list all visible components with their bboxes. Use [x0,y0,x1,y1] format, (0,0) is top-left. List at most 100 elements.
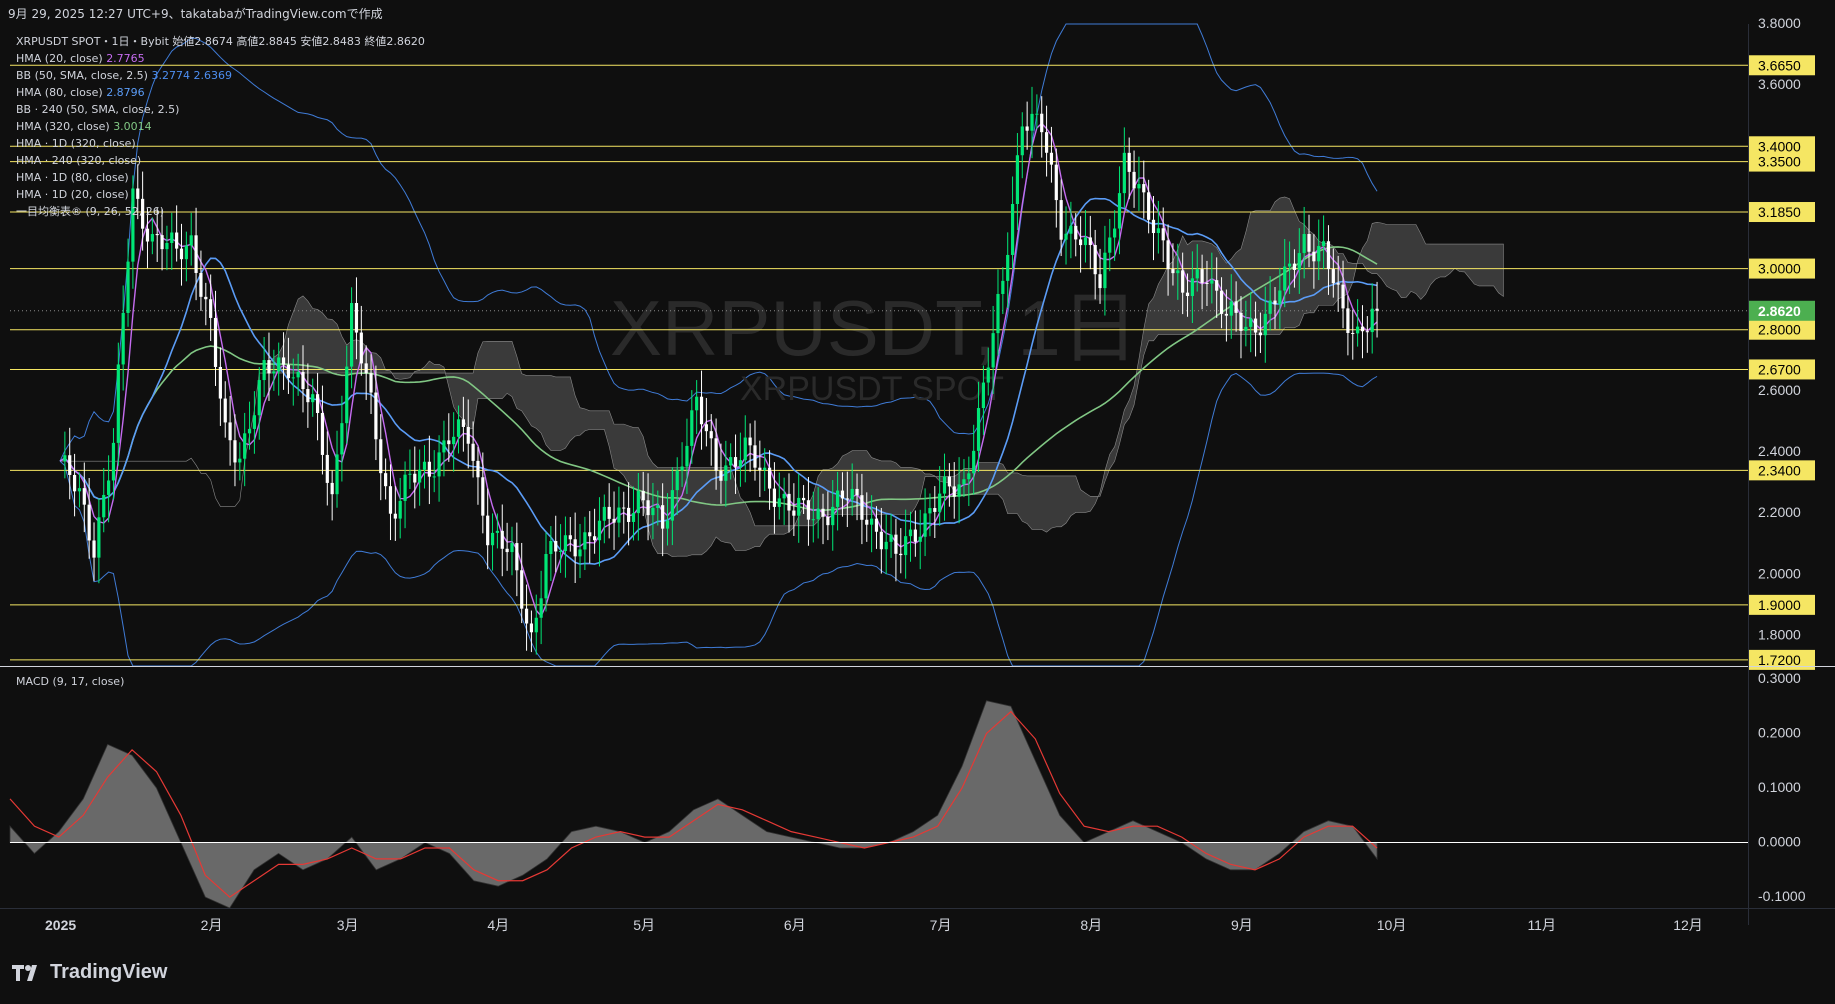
candle-body [719,470,723,481]
candle-body [471,443,475,461]
candle-body [1088,237,1092,246]
candle-body [1030,113,1034,131]
candle-body [1346,308,1350,333]
candle-body [204,296,208,300]
candle-body [933,508,937,512]
candle-body [583,532,587,550]
candle-body [947,476,951,487]
candle-body [374,392,378,440]
price-chart[interactable]: XRPUSDT, 1日 XRPUSDT SPOT MACD (9, 17, cl… [0,0,1835,1004]
candle-body [199,272,203,297]
candle-body [1229,301,1233,316]
candle-body [490,532,495,546]
candle-body [1020,126,1024,156]
candle-body [1253,318,1258,333]
candle-body [544,554,548,599]
candle-body [82,488,86,505]
indicator-legend-label: HMA · 1D (20, close) [16,188,129,201]
candle-body [1287,263,1292,267]
candle-body [952,486,956,497]
macd-tick-label: -0.1000 [1758,888,1806,904]
candle-body [281,357,286,365]
indicator-legend-label: HMA (320, close) 3.0014 [16,120,152,133]
candle-body [1302,234,1306,254]
price-tick-label: 3.6000 [1758,76,1801,92]
candle-body [714,438,718,471]
candle-body [320,413,325,455]
candle-body [500,530,504,549]
candle-body [432,476,436,478]
candle-body [427,461,431,477]
candle-body [515,543,519,571]
candle-body [563,535,568,551]
candle-body [967,473,971,480]
candle-body [1370,308,1374,333]
candle-body [831,506,835,526]
candle-body [150,234,154,242]
candle-body [315,394,320,414]
candle-body [243,433,247,459]
macd-tick-label: 0.2000 [1758,724,1801,740]
candle-body [1273,300,1277,305]
level-price-label: 1.9000 [1758,597,1801,613]
candle-body [636,490,640,514]
candle-body [529,623,534,633]
candle-body [1268,300,1272,314]
candle-body [957,484,961,497]
candle-body [393,513,397,519]
candle-body [661,505,665,529]
time-tick-label: 2025 [45,917,76,933]
candle-body [510,543,514,553]
candle-body [981,382,985,409]
candle-body [388,486,393,514]
candle-body [1341,284,1345,309]
candle-body [413,473,417,483]
candle-body [665,520,670,529]
indicator-legend-label: HMA · 1D (320, close) [16,137,136,150]
indicator-legend-label: HMA (20, close) 2.7765 [16,52,145,65]
candle-body [806,500,811,520]
candle-body [675,470,679,491]
indicator-legend-label: HMA (80, close) 2.8796 [16,86,145,99]
candle-body [855,488,859,496]
candle-body [97,517,101,558]
candle-body [63,455,67,462]
candle-body [811,519,815,521]
candle-body [286,364,291,379]
candle-body [1307,234,1311,252]
candle-body [262,360,266,381]
candle-body [437,452,441,477]
candle-body [588,532,592,537]
time-tick-label: 4月 [487,917,509,933]
candle-body [194,235,198,273]
candle-body [782,493,786,499]
candle-body [1258,332,1263,336]
candle-body [1040,113,1044,133]
candle-body [403,474,407,501]
candle-body [1190,278,1194,297]
candle-body [291,377,295,379]
candle-body [743,437,747,461]
candle-body [1079,239,1083,246]
candle-body [257,380,261,416]
candle-body [466,426,470,444]
candle-body [1215,280,1219,291]
candle-body [1059,200,1063,240]
candle-body [1292,263,1297,270]
candle-body [306,389,310,403]
candle-body [1161,228,1165,241]
candle-body [597,520,602,541]
candle-body [1113,228,1117,238]
candle-body [1006,254,1010,281]
candle-body [311,394,315,403]
watermark-line2: XRPUSDT SPOT [740,370,1004,408]
tradingview-logo[interactable]: TradingView [12,961,167,984]
candle-body [520,570,524,609]
candle-body [904,536,908,556]
candle-body [641,490,645,501]
candle-body [335,454,339,495]
candle-body [1127,152,1131,172]
candle-body [1166,240,1170,270]
tradingview-logo-text: TradingView [50,961,168,983]
candle-body [879,531,883,550]
